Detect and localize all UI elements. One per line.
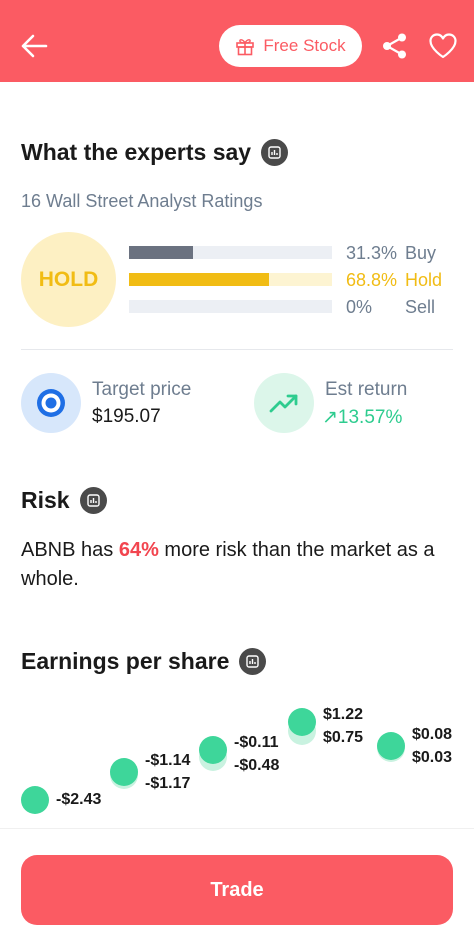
rating-bar-hold <box>129 273 332 286</box>
consensus-badge: HOLD <box>21 232 116 327</box>
analyst-ratings-count: 16 Wall Street Analyst Ratings <box>21 191 263 211</box>
trending-up-icon <box>269 394 298 413</box>
risk-percentage: 64% <box>118 539 159 561</box>
heart-icon <box>429 33 457 59</box>
eps-actual-value: -$0.11 <box>234 734 279 751</box>
eps-actual-dot[interactable] <box>377 732 405 760</box>
top-bar: Free Stock <box>0 0 474 82</box>
rating-pct-hold: 68.8% <box>346 270 398 290</box>
rating-fill-buy <box>129 246 193 259</box>
trade-button[interactable]: Trade <box>21 855 453 925</box>
est-return-value: ↗13.57% <box>322 407 403 428</box>
risk-prefix: ABNB has <box>21 539 119 561</box>
risk-info-icon[interactable] <box>79 487 107 514</box>
gift-icon <box>236 39 255 56</box>
eps-estimate-value: $0.03 <box>412 749 453 766</box>
back-button[interactable] <box>14 26 54 66</box>
rating-label-sell: Sell <box>405 297 436 317</box>
target-icon <box>37 389 65 417</box>
rating-bar-sell <box>129 300 332 313</box>
eps-actual-dot[interactable] <box>199 736 227 764</box>
eps-estimate-value: -$0.48 <box>234 757 280 774</box>
eps-section-title: Earnings per share <box>21 648 267 675</box>
eps-actual-value: $0.08 <box>412 726 453 743</box>
eps-actual-dot[interactable] <box>288 708 316 736</box>
back-arrow-icon <box>21 34 48 58</box>
experts-title: What the experts say <box>21 139 252 165</box>
eps-estimate-value: -$1.17 <box>145 775 191 792</box>
target-price-icon-wrap <box>21 373 81 433</box>
eps-actual-value: -$2.43 <box>56 791 102 808</box>
eps-actual-value: -$1.14 <box>145 752 191 769</box>
rating-bar-buy <box>129 246 332 259</box>
free-stock-button[interactable]: Free Stock <box>219 25 362 67</box>
favorite-button[interactable] <box>424 28 462 64</box>
eps-actual-dot[interactable] <box>110 758 138 786</box>
experts-section-title: What the experts say <box>21 139 289 166</box>
target-price-value: $195.07 <box>92 406 161 427</box>
risk-section-title: Risk <box>21 487 107 514</box>
experts-info-icon[interactable] <box>261 139 289 166</box>
rating-fill-hold <box>129 273 269 286</box>
rating-pct-buy: 31.3% <box>346 243 398 263</box>
rating-label-hold: Hold <box>405 270 443 290</box>
share-icon <box>383 33 406 59</box>
target-price-label: Target price <box>92 379 192 400</box>
eps-info-icon[interactable] <box>239 648 267 675</box>
risk-title: Risk <box>21 487 70 513</box>
eps-estimate-value: $0.75 <box>323 729 364 746</box>
share-button[interactable] <box>378 28 412 64</box>
eps-actual-value: $1.22 <box>323 706 364 723</box>
rating-pct-sell: 0% <box>346 297 373 317</box>
section-divider <box>21 349 453 350</box>
est-return-icon-wrap <box>254 373 314 433</box>
eps-title: Earnings per share <box>21 648 230 674</box>
rating-label-buy: Buy <box>405 243 437 263</box>
free-stock-label: Free Stock <box>263 36 346 55</box>
risk-description: ABNB has 64% more risk than the market a… <box>21 536 461 594</box>
eps-actual-dot[interactable] <box>21 786 49 814</box>
est-return-label: Est return <box>325 379 408 400</box>
